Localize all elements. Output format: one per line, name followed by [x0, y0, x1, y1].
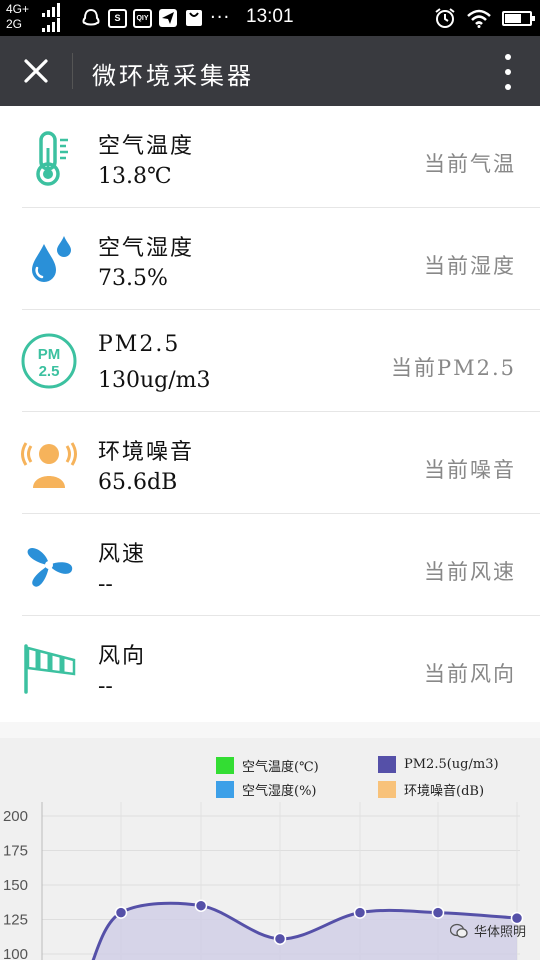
- chart-legend: 空气温度(℃) PM2.5(ug/m3) 空气湿度(%) 环境噪音(dB): [0, 752, 540, 802]
- sensor-current-label: 当前气温: [424, 152, 516, 176]
- signal-strength-2-icon: [42, 18, 60, 32]
- sensor-name: 空气湿度: [98, 236, 195, 261]
- close-icon[interactable]: [18, 53, 54, 89]
- history-chart: 空气温度(℃) PM2.5(ug/m3) 空气湿度(%) 环境噪音(dB) 20…: [0, 722, 540, 960]
- legend-item-temperature[interactable]: 空气温度(℃): [216, 756, 319, 775]
- sensor-row-noise[interactable]: 环境噪音 65.6dB 当前噪音: [0, 412, 540, 514]
- legend-item-noise[interactable]: 环境噪音(dB): [378, 780, 484, 799]
- sensor-value: 13.8℃: [98, 164, 172, 189]
- iqiyi-icon: QIY: [133, 8, 152, 28]
- notification-icons: S QIY ···: [80, 8, 230, 28]
- y-tick-label: 200: [3, 808, 28, 825]
- sensor-name: PM2.5: [98, 332, 181, 357]
- sensor-value: 73.5%: [98, 266, 168, 291]
- sensor-current-label: 当前PM2.5: [390, 356, 516, 380]
- sensor-value: --: [98, 674, 113, 699]
- chart-top-strip: [0, 722, 540, 738]
- legend-swatch: [378, 756, 396, 773]
- sensor-current-label: 当前风向: [424, 662, 516, 686]
- sensor-row-humidity[interactable]: 空气湿度 73.5% 当前湿度: [0, 208, 540, 310]
- y-tick-label: 150: [3, 877, 28, 894]
- sensor-row-wind-direction[interactable]: 风向 -- 当前风向: [0, 616, 540, 718]
- legend-swatch: [216, 781, 234, 798]
- send-icon: [159, 9, 177, 27]
- pm25-point[interactable]: [273, 932, 287, 946]
- sensor-current-label: 当前风速: [424, 560, 516, 584]
- sensor-list: 空气温度 13.8℃ 当前气温 空气湿度 73.5% 当前湿度 PM 2.5 P…: [0, 106, 540, 722]
- sensor-row-pm25[interactable]: PM 2.5 PM2.5 130ug/m3 当前PM2.5: [0, 310, 540, 412]
- legend-label: 空气温度(℃): [242, 760, 319, 775]
- network-type-bottom: 2G: [6, 17, 23, 31]
- pm25-icon: PM 2.5: [21, 333, 77, 389]
- pm25-point[interactable]: [431, 906, 445, 919]
- legend-swatch: [378, 781, 396, 798]
- sensor-value: 130ug/m3: [98, 368, 211, 393]
- network-type-top: 4G+: [6, 2, 30, 16]
- signal-strength-icon: [42, 3, 60, 17]
- battery-icon: [502, 10, 535, 26]
- more-notifications-icon: ···: [210, 7, 231, 28]
- y-tick-label: 125: [3, 912, 28, 929]
- pm25-point[interactable]: [194, 899, 208, 912]
- pm25-icon-bottom-text: 2.5: [39, 363, 60, 380]
- sensor-value: 65.6dB: [98, 470, 178, 495]
- watermark-text: 华体照明: [473, 925, 526, 940]
- title-bar: 微环境采集器: [0, 36, 540, 106]
- water-drops-icon: [32, 236, 71, 282]
- legend-label: 环境噪音(dB): [404, 784, 485, 799]
- sensor-value: --: [98, 572, 113, 597]
- alarm-clock-icon: [435, 8, 455, 28]
- wechat-icon: [449, 923, 468, 938]
- noise-person-icon: [21, 442, 77, 488]
- network-indicator: 4G+ 2G: [6, 2, 29, 32]
- sensor-current-label: 当前噪音: [424, 458, 516, 482]
- clock: 13:01: [246, 6, 294, 27]
- qq-penguin-icon: [82, 8, 100, 26]
- legend-label: 空气湿度(%): [242, 784, 317, 799]
- y-axis-ticks: 200 175 150 125 100: [3, 808, 28, 960]
- pm25-icon-top-text: PM: [38, 346, 61, 363]
- fan-icon: [27, 547, 73, 587]
- system-icons: [434, 7, 535, 29]
- more-options-icon[interactable]: [502, 54, 514, 90]
- sensor-row-temperature[interactable]: 空气温度 13.8℃ 当前气温: [0, 106, 540, 208]
- sensor-name: 风向: [98, 644, 147, 669]
- status-bar: 4G+ 2G S QIY ··· 13:01: [0, 0, 540, 36]
- thermometer-icon: [36, 131, 68, 186]
- y-tick-label: 175: [3, 843, 28, 860]
- sensor-name: 空气温度: [98, 134, 195, 159]
- pm25-point[interactable]: [114, 906, 128, 919]
- sensor-name: 风速: [98, 542, 147, 567]
- legend-swatch: [216, 757, 234, 774]
- sensor-name: 环境噪音: [98, 440, 195, 465]
- wifi-icon: [467, 9, 491, 28]
- sensor-current-label: 当前湿度: [424, 254, 516, 278]
- app-s-icon: S: [108, 8, 127, 28]
- legend-item-humidity[interactable]: 空气湿度(%): [216, 780, 317, 799]
- legend-label: PM2.5(ug/m3): [404, 757, 499, 772]
- title-divider: [72, 53, 73, 89]
- windsock-icon: [24, 644, 76, 694]
- sensor-row-wind-speed[interactable]: 风速 -- 当前风速: [0, 514, 540, 616]
- page-title: 微环境采集器: [92, 62, 254, 90]
- watermark: 华体照明: [449, 921, 526, 940]
- pm25-point[interactable]: [353, 906, 367, 919]
- legend-item-pm25[interactable]: PM2.5(ug/m3): [378, 756, 499, 773]
- y-tick-label: 100: [3, 946, 28, 960]
- bag-icon: [186, 10, 202, 26]
